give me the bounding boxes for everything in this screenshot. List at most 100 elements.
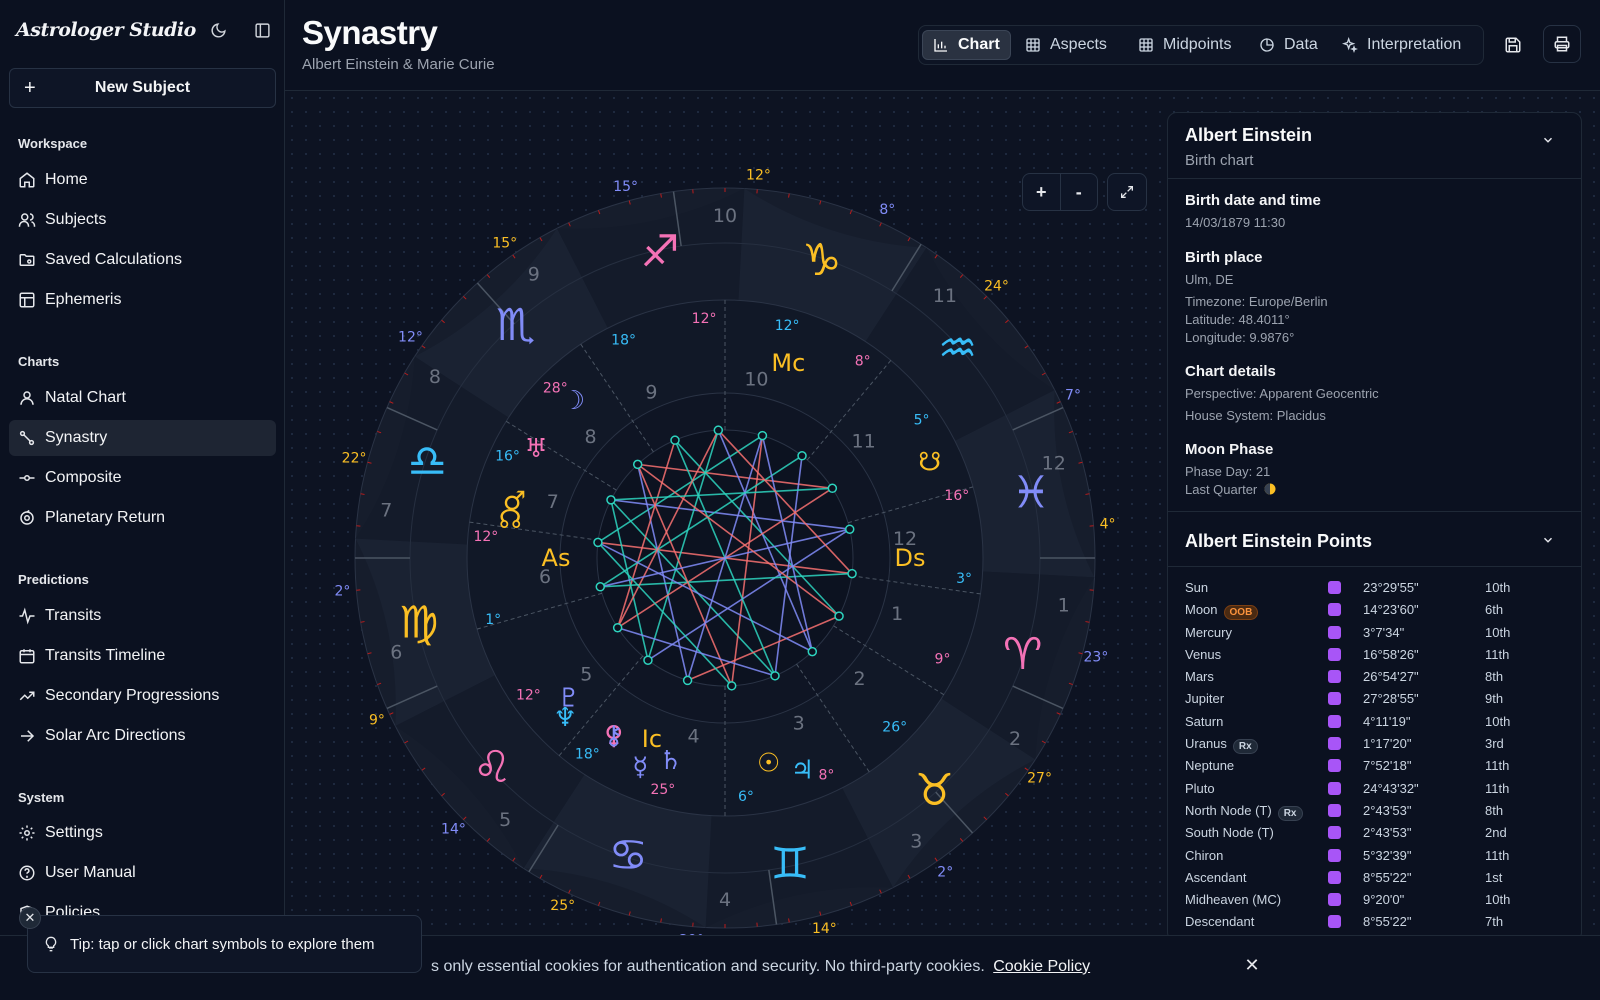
sidebar-item-transits-timeline[interactable]: Transits Timeline bbox=[9, 638, 276, 674]
degree-label[interactable]: 8° bbox=[879, 202, 895, 218]
point-row[interactable]: South Node (T) 2°43'53" 2nd bbox=[1185, 822, 1564, 844]
zoom-in-button[interactable]: + bbox=[1023, 174, 1061, 210]
degree-label[interactable]: 15° bbox=[613, 179, 638, 195]
zodiac-sign-glyph[interactable]: ♋ bbox=[609, 830, 648, 881]
point-row[interactable]: Uranus Rx 1°17'20" 3rd bbox=[1185, 733, 1564, 755]
degree-label[interactable]: 5° bbox=[914, 412, 930, 428]
degree-label[interactable]: 4° bbox=[1100, 517, 1116, 533]
point-row[interactable]: Mercury 3°7'34" 10th bbox=[1185, 622, 1564, 644]
cookie-policy-link[interactable]: Cookie Policy bbox=[993, 958, 1090, 975]
point-row[interactable]: Venus 16°58'26" 11th bbox=[1185, 644, 1564, 666]
inner-house-number[interactable]: 3 bbox=[793, 712, 805, 734]
chevron-down-icon[interactable] bbox=[1541, 133, 1555, 152]
point-row[interactable]: Pluto 24°43'32" 11th bbox=[1185, 778, 1564, 800]
degree-label[interactable]: 14° bbox=[812, 921, 837, 935]
point-row[interactable]: Descendant 8°55'22" 7th bbox=[1185, 911, 1564, 933]
sidebar-item-home[interactable]: Home bbox=[9, 162, 276, 198]
sidebar-item-solar-arc-directions[interactable]: Solar Arc Directions bbox=[9, 718, 276, 754]
degree-label[interactable]: 18° bbox=[611, 332, 636, 348]
axis-label[interactable]: Ds bbox=[895, 544, 926, 572]
outer-house-number[interactable]: 1 bbox=[1058, 595, 1070, 617]
inner-house-number[interactable]: 4 bbox=[688, 725, 700, 747]
point-row[interactable]: Sun 23°29'55" 10th bbox=[1185, 577, 1564, 599]
degree-label[interactable]: 6° bbox=[738, 789, 754, 805]
planet-glyph[interactable]: ☿ bbox=[632, 753, 648, 783]
sidebar-item-settings[interactable]: Settings bbox=[9, 815, 276, 851]
planet-glyph[interactable]: ♄ bbox=[659, 746, 682, 776]
outer-house-number[interactable]: 8 bbox=[429, 366, 441, 388]
outer-house-number[interactable]: 5 bbox=[499, 809, 511, 831]
zodiac-sign-glyph[interactable]: ♊ bbox=[770, 839, 809, 890]
degree-label[interactable]: 12° bbox=[473, 529, 498, 545]
degree-label[interactable]: 9° bbox=[369, 712, 385, 728]
degree-label[interactable]: 12° bbox=[746, 167, 771, 183]
degree-label[interactable]: 28° bbox=[543, 380, 568, 396]
inner-house-number[interactable]: 2 bbox=[853, 668, 865, 690]
axis-label[interactable]: Mc bbox=[771, 349, 805, 377]
degree-label[interactable]: 12° bbox=[398, 330, 423, 346]
zoom-out-button[interactable]: - bbox=[1061, 174, 1098, 210]
inner-house-number[interactable]: 7 bbox=[547, 491, 559, 513]
sidebar-toggle-icon[interactable] bbox=[248, 16, 276, 44]
point-row[interactable]: Jupiter 27°28'55" 9th bbox=[1185, 688, 1564, 710]
outer-house-number[interactable]: 2 bbox=[1009, 728, 1021, 750]
zodiac-sign-glyph[interactable]: ♐ bbox=[640, 226, 679, 277]
sidebar-item-ephemeris[interactable]: Ephemeris bbox=[9, 282, 276, 318]
degree-label[interactable]: 24° bbox=[984, 278, 1009, 294]
save-icon[interactable] bbox=[1498, 30, 1528, 60]
planet-glyph[interactable]: ♃ bbox=[791, 755, 814, 785]
degree-label[interactable]: 18° bbox=[575, 747, 600, 763]
degree-label[interactable]: 7° bbox=[1065, 388, 1081, 404]
degree-label[interactable]: 14° bbox=[441, 822, 466, 838]
subject-header[interactable]: Albert Einstein Birth chart bbox=[1168, 113, 1581, 179]
fullscreen-button[interactable] bbox=[1107, 173, 1147, 211]
degree-label[interactable]: 16° bbox=[944, 488, 969, 504]
sidebar-item-transits[interactable]: Transits bbox=[9, 598, 276, 634]
point-row[interactable]: Mars 26°54'27" 8th bbox=[1185, 666, 1564, 688]
degree-label[interactable]: 2° bbox=[937, 865, 953, 881]
print-icon[interactable] bbox=[1543, 25, 1581, 63]
inner-house-number[interactable]: 1 bbox=[891, 603, 903, 625]
outer-house-number[interactable]: 11 bbox=[933, 285, 957, 307]
degree-label[interactable]: 25° bbox=[650, 782, 675, 798]
degree-label[interactable]: 2° bbox=[335, 583, 351, 599]
inner-house-number[interactable]: 9 bbox=[645, 382, 657, 404]
sidebar-item-secondary-progressions[interactable]: Secondary Progressions bbox=[9, 678, 276, 714]
outer-house-number[interactable]: 4 bbox=[719, 889, 731, 911]
close-icon[interactable]: ✕ bbox=[19, 907, 41, 929]
tab-interpretation[interactable]: Interpretation bbox=[1332, 30, 1471, 60]
zodiac-sign-glyph[interactable]: ♈ bbox=[1003, 629, 1042, 680]
point-row[interactable]: Saturn 4°11'19" 10th bbox=[1185, 711, 1564, 733]
sidebar-item-planetary-return[interactable]: Planetary Return bbox=[9, 500, 276, 536]
point-row[interactable]: North Node (T) Rx 2°43'53" 8th bbox=[1185, 800, 1564, 822]
axis-label[interactable]: As bbox=[542, 544, 571, 572]
zodiac-sign-glyph[interactable]: ♌ bbox=[473, 742, 512, 793]
tab-midpoints[interactable]: Midpoints bbox=[1128, 30, 1241, 60]
point-row[interactable]: Midheaven (MC) 9°20'0" 10th bbox=[1185, 889, 1564, 911]
degree-label[interactable]: 26° bbox=[882, 720, 907, 736]
tab-aspects[interactable]: Aspects bbox=[1015, 30, 1117, 60]
planet-glyph[interactable]: ☊ bbox=[499, 505, 522, 535]
degree-label[interactable]: 3° bbox=[956, 571, 972, 587]
inner-house-number[interactable]: 11 bbox=[852, 431, 876, 453]
outer-house-number[interactable]: 10 bbox=[713, 205, 737, 227]
planet-glyph[interactable]: ♇ bbox=[557, 684, 580, 714]
tab-chart[interactable]: Chart bbox=[922, 30, 1011, 60]
inner-house-number[interactable]: 5 bbox=[580, 663, 592, 685]
zodiac-sign-glyph[interactable]: ♍ bbox=[399, 598, 438, 649]
point-row[interactable]: Moon OOB 14°23'60" 6th bbox=[1185, 599, 1564, 621]
point-row[interactable]: Neptune 7°52'18" 11th bbox=[1185, 755, 1564, 777]
outer-house-number[interactable]: 6 bbox=[390, 641, 402, 663]
degree-label[interactable]: 12° bbox=[516, 688, 541, 704]
planet-glyph[interactable]: ⚷ bbox=[604, 721, 623, 751]
outer-house-number[interactable]: 3 bbox=[910, 831, 922, 853]
degree-label[interactable]: 25° bbox=[550, 898, 575, 914]
degree-label[interactable]: 9° bbox=[935, 651, 951, 667]
degree-label[interactable]: 23° bbox=[1084, 649, 1109, 665]
app-logo[interactable]: Astrologer Studio bbox=[16, 19, 196, 41]
inner-house-number[interactable]: 8 bbox=[584, 426, 596, 448]
inner-house-number[interactable]: 10 bbox=[744, 369, 768, 391]
sidebar-item-natal-chart[interactable]: Natal Chart bbox=[9, 380, 276, 416]
zodiac-sign-glyph[interactable]: ♑ bbox=[802, 235, 841, 286]
outer-house-number[interactable]: 9 bbox=[528, 263, 540, 285]
